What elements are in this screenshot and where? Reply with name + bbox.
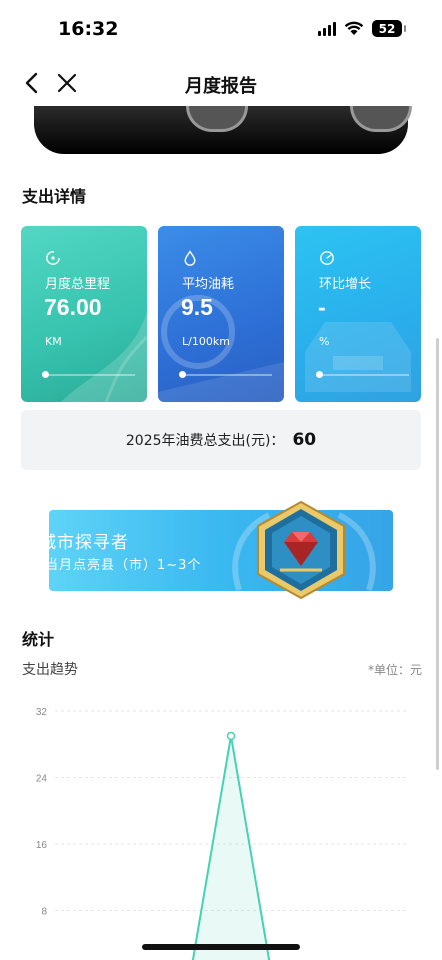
card-unit: % — [319, 335, 330, 348]
card-label: 环比增长 — [319, 277, 372, 292]
achievement-title: 城市探寻者 — [49, 533, 129, 553]
data-point[interactable] — [226, 731, 236, 741]
fuel-consumption-card[interactable]: 平均油耗 9.5 L/100km — [158, 226, 284, 402]
trend-area — [192, 735, 270, 960]
wifi-icon — [344, 21, 364, 35]
card-unit: L/100km — [182, 335, 230, 348]
battery-level: 52 — [378, 21, 396, 36]
total-value: 60 — [292, 430, 317, 450]
card-label: 平均油耗 — [182, 277, 235, 292]
status-time: 16:32 — [58, 18, 119, 40]
y-tick-label: 24 — [36, 774, 48, 785]
speedometer-icon — [46, 251, 60, 265]
fuel-drop-icon — [184, 250, 196, 266]
y-tick-label: 16 — [36, 840, 48, 851]
card-indicator — [42, 371, 135, 378]
expense-trend-chart: 32 24 16 8 — [36, 707, 408, 960]
growth-icon — [320, 251, 334, 265]
car-front-decoration — [305, 322, 411, 392]
y-tick-label: 8 — [41, 907, 47, 918]
growth-card[interactable]: 环比增长 - % — [295, 226, 421, 402]
card-unit: KM — [45, 335, 62, 348]
mileage-card[interactable]: 月度总里程 76.00 KM — [21, 226, 147, 402]
card-indicator — [179, 371, 272, 378]
monthly-report-page: 16:32 52 月度报告 支出详情 月度总里程 76.00 KM 平均油耗 9… — [0, 0, 442, 960]
page-title: 月度报告 — [185, 76, 257, 97]
card-value: - — [318, 294, 326, 320]
achievement-subtitle: 当月点亮县（市）1~3个 — [49, 558, 202, 573]
card-label: 月度总里程 — [45, 277, 111, 292]
y-tick-label: 32 — [36, 707, 48, 718]
diamond-badge-icon[interactable] — [254, 500, 348, 600]
navigation-bar: 月度报告 — [0, 60, 442, 106]
statistics-section-title: 统计 — [22, 630, 55, 649]
card-indicator — [316, 371, 409, 378]
car-image — [0, 106, 442, 160]
expense-section-title: 支出详情 — [22, 187, 87, 206]
chart-title: 支出趋势 — [22, 662, 78, 678]
total-label: 2025年油费总支出(元)： — [125, 433, 285, 449]
card-value: 9.5 — [181, 294, 213, 320]
chart-unit-label: *单位：元 — [367, 663, 422, 677]
scrollbar[interactable] — [436, 338, 439, 770]
home-indicator[interactable] — [142, 944, 300, 950]
cellular-signal-icon — [318, 21, 336, 36]
status-bar: 16:32 52 — [0, 0, 442, 60]
status-icons: 52 — [318, 20, 406, 37]
annual-fuel-total: 2025年油费总支出(元)： 60 — [21, 410, 421, 470]
card-value: 76.00 — [44, 294, 102, 320]
battery-icon: 52 — [372, 20, 406, 37]
